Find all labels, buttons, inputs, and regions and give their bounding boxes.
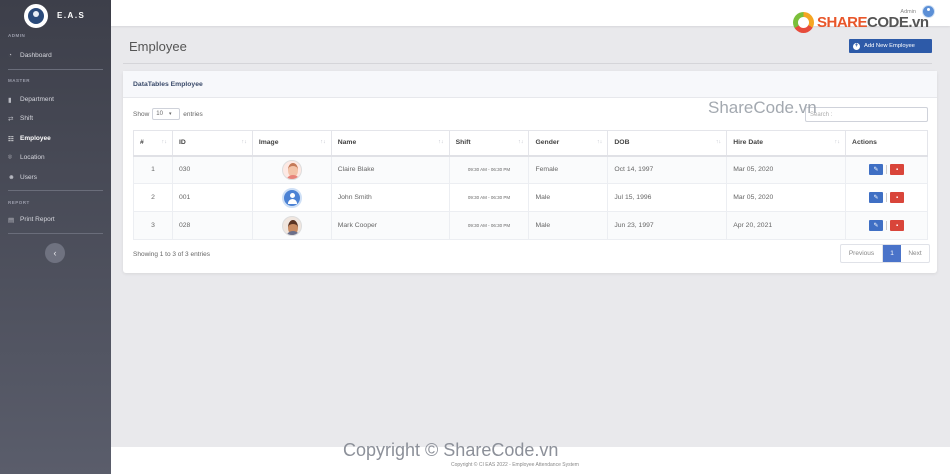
- sidebar-toggle-button[interactable]: ‹: [45, 243, 65, 263]
- edit-icon: ✎: [873, 195, 879, 201]
- logo-text-a: SHARE: [817, 14, 868, 31]
- col-no[interactable]: # ↑↓: [133, 130, 173, 157]
- entries-length: Show 10 ▾ entries: [133, 108, 203, 120]
- sort-icon: ↑↓: [715, 139, 722, 145]
- watermark-search-overlay: ShareCode.vn: [708, 98, 817, 117]
- sharecode-logo: SHARECODE.vn: [793, 12, 929, 33]
- pagination-page-1[interactable]: 1: [883, 245, 901, 262]
- section-report: REPORT: [8, 200, 30, 205]
- dashboard-icon: ◔: [8, 52, 12, 60]
- search-input[interactable]: Search :: [805, 107, 928, 122]
- sort-icon: ↑↓: [320, 139, 326, 145]
- watermark-copyright: Copyright © ShareCode.vn: [343, 440, 559, 460]
- file-icon: ▤: [8, 217, 15, 225]
- sidebar-item-print-report[interactable]: ▤ Print Report: [0, 210, 111, 230]
- table-info: Showing 1 to 3 of 3 entries: [133, 251, 210, 258]
- brand[interactable]: E.A.S: [0, 0, 111, 31]
- pagination: Previous 1 Next: [840, 244, 930, 263]
- employee-photo: [281, 215, 302, 236]
- section-admin: ADMIN: [8, 33, 26, 38]
- sidebar-item-users[interactable]: ☻ Users: [0, 168, 111, 188]
- building-icon: ▮: [8, 96, 12, 104]
- employee-table: # ↑↓ ID ↑↓ Image ↑↓ Name ↑↓ Shift ↑↓ Gender ↑↓…: [133, 130, 928, 240]
- sidebar-item-employee[interactable]: ☷ Employee: [0, 129, 111, 149]
- trash-icon: ▪: [895, 194, 899, 201]
- edit-button[interactable]: ✎: [869, 164, 884, 176]
- trash-icon: ▪: [895, 222, 899, 229]
- sort-icon: ↑↓: [438, 139, 444, 145]
- col-shift[interactable]: Shift ↑↓: [448, 130, 530, 157]
- col-dob[interactable]: DOB ↑↓: [607, 130, 728, 157]
- section-master: MASTER: [8, 77, 30, 83]
- sort-icon: ↑↓: [596, 139, 603, 145]
- brand-name: E.A.S: [57, 11, 86, 20]
- table-row: 1 030 Claire Blake 09:30 AM - 06:30 PM F…: [133, 155, 928, 184]
- col-id[interactable]: ID ↑↓: [171, 130, 253, 157]
- sidebar-item-department[interactable]: ▮ Department: [0, 90, 111, 110]
- map-marker-icon: ⌾: [8, 154, 12, 162]
- exchange-icon: ⇄: [8, 116, 14, 124]
- user-tie-icon: ☷: [8, 135, 14, 143]
- col-actions[interactable]: Actions: [845, 130, 928, 157]
- card-title: DataTables Employee: [123, 71, 937, 98]
- employee-card: DataTables Employee Show 10 ▾ entries Se…: [123, 71, 937, 273]
- brand-logo-icon: [24, 3, 48, 28]
- edit-icon: ✎: [873, 223, 879, 229]
- employee-photo: [281, 187, 302, 208]
- edit-button[interactable]: ✎: [869, 220, 884, 231]
- edit-icon: ✎: [873, 167, 879, 174]
- edit-button[interactable]: ✎: [869, 192, 884, 203]
- sidebar: E.A.S ADMIN ◔ Dashboard MASTER ▮ Departm…: [0, 0, 111, 474]
- sharecode-logo-icon: [793, 12, 814, 33]
- col-name[interactable]: Name ↑↓: [330, 130, 450, 157]
- page-title: Employee: [129, 39, 187, 54]
- trash-icon: ▪: [895, 166, 899, 173]
- col-image[interactable]: Image ↑↓: [251, 130, 332, 157]
- table-row: 3 028 Mark Cooper 09:30 AM - 06:30 PM Ma…: [133, 211, 928, 240]
- sort-icon: ↑↓: [834, 139, 841, 145]
- employee-photo: [281, 159, 302, 180]
- delete-button[interactable]: ▪: [890, 192, 905, 203]
- delete-button[interactable]: ▪: [890, 220, 905, 231]
- sidebar-item-shift[interactable]: ⇄ Shift: [0, 109, 111, 129]
- sidebar-item-dashboard[interactable]: ◔ Dashboard: [0, 46, 111, 66]
- logo-text-b: CODE.vn: [867, 14, 929, 31]
- sort-icon: ↑↓: [517, 139, 524, 145]
- sort-icon: ↑↓: [241, 139, 247, 145]
- footer-text: Copyright © CI EAS 2022 - Employee Atten…: [451, 462, 579, 468]
- plus-circle-icon: +: [853, 42, 860, 50]
- pagination-next[interactable]: Next: [901, 245, 929, 262]
- entries-select[interactable]: 10 ▾: [152, 108, 181, 120]
- add-employee-button[interactable]: + Add New Employee: [849, 39, 932, 53]
- col-gender[interactable]: Gender ↑↓: [528, 130, 609, 157]
- users-icon: ☻: [8, 173, 15, 181]
- chevron-down-icon: ▾: [168, 111, 172, 117]
- title-divider: [123, 63, 932, 64]
- sort-icon: ↑↓: [161, 139, 167, 145]
- pagination-previous[interactable]: Previous: [841, 245, 883, 262]
- col-hire-date[interactable]: Hire Date ↑↓: [726, 130, 847, 157]
- delete-button[interactable]: ▪: [890, 164, 905, 176]
- sidebar-item-location[interactable]: ⌾ Location: [0, 148, 111, 168]
- table-row: 2 001 John Smith 09:30 AM - 06:30 PM Mal…: [133, 183, 928, 212]
